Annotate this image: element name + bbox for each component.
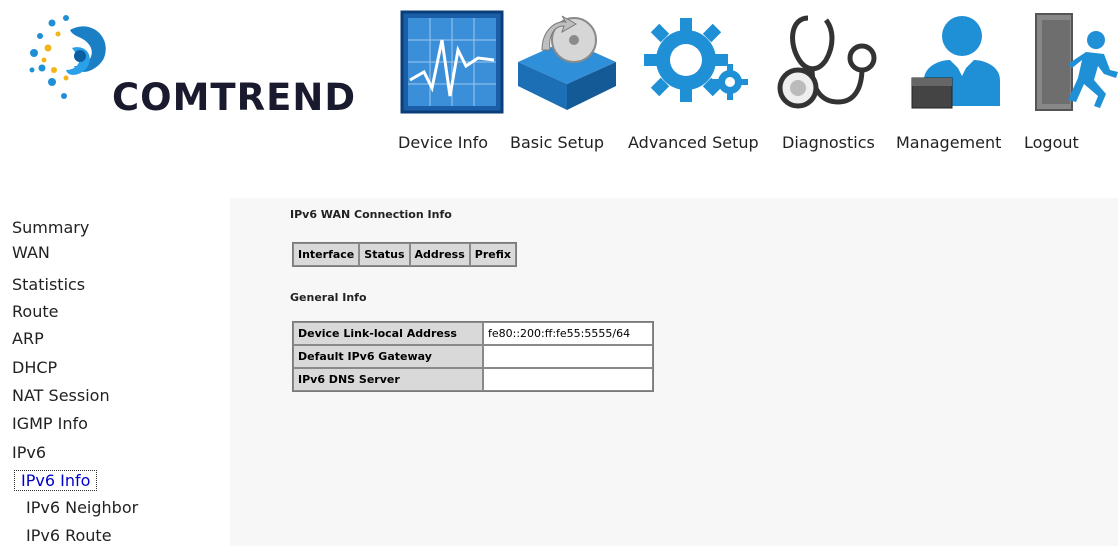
main-content: IPv6 WAN Connection Info Interface Statu… <box>230 198 1118 546</box>
advanced-setup-icon <box>644 18 748 102</box>
column-prefix: Prefix <box>469 243 516 266</box>
row-value-link-local: fe80::200:ff:fe55:5555/64 <box>483 322 653 345</box>
sidebar: Summary WAN Statistics Route ARP DHCP NA… <box>0 198 230 546</box>
table-row: IPv6 DNS Server <box>293 368 653 391</box>
nav-management[interactable] <box>910 10 1006 114</box>
sidebar-item-wan[interactable]: WAN <box>12 243 50 262</box>
device-info-icon <box>400 10 504 114</box>
column-address: Address <box>409 243 470 266</box>
nav-label-logout[interactable]: Logout <box>1024 133 1079 152</box>
sidebar-item-route[interactable]: Route <box>12 302 58 321</box>
nav-advanced-setup[interactable] <box>634 10 750 114</box>
sidebar-item-arp[interactable]: ARP <box>12 329 44 348</box>
nav-label-advanced-setup[interactable]: Advanced Setup <box>628 133 759 152</box>
nav-label-management[interactable]: Management <box>896 133 1001 152</box>
sidebar-item-ipv6-info[interactable]: IPv6 Info <box>14 470 98 491</box>
wan-connection-heading: IPv6 WAN Connection Info <box>290 208 452 221</box>
sidebar-item-ipv6-route[interactable]: IPv6 Route <box>26 526 112 545</box>
sidebar-item-statistics[interactable]: Statistics <box>12 275 85 294</box>
sidebar-item-igmp-info[interactable]: IGMP Info <box>12 414 88 433</box>
nav-logout[interactable] <box>1030 10 1118 114</box>
brand-name: COMTREND <box>112 76 357 119</box>
table-row: Device Link-local Address fe80::200:ff:f… <box>293 322 653 345</box>
row-value-default-gateway <box>483 345 653 368</box>
row-label-dns-server: IPv6 DNS Server <box>293 368 483 391</box>
nav-label-device-info[interactable]: Device Info <box>398 133 488 152</box>
nav-basic-setup[interactable] <box>512 10 622 114</box>
wan-connection-table: Interface Status Address Prefix <box>292 242 517 267</box>
logout-icon <box>1035 13 1118 111</box>
row-label-default-gateway: Default IPv6 Gateway <box>293 345 483 368</box>
general-info-heading: General Info <box>290 291 367 304</box>
sidebar-item-dhcp[interactable]: DHCP <box>12 358 57 377</box>
sidebar-item-ipv6-neighbor[interactable]: IPv6 Neighbor <box>26 498 138 517</box>
diagnostics-icon <box>777 15 877 109</box>
row-label-link-local: Device Link-local Address <box>293 322 483 345</box>
row-value-dns-server <box>483 368 653 391</box>
management-icon <box>911 16 1000 109</box>
nav-label-diagnostics[interactable]: Diagnostics <box>782 133 875 152</box>
table-header-row: Interface Status Address Prefix <box>293 243 516 266</box>
basic-setup-icon <box>518 15 616 110</box>
sidebar-item-summary[interactable]: Summary <box>12 218 89 237</box>
column-status: Status <box>359 243 410 266</box>
nav-label-basic-setup[interactable]: Basic Setup <box>510 133 604 152</box>
general-info-table: Device Link-local Address fe80::200:ff:f… <box>292 321 654 392</box>
table-row: Default IPv6 Gateway <box>293 345 653 368</box>
sidebar-item-nat-session[interactable]: NAT Session <box>12 386 110 405</box>
column-interface: Interface <box>293 243 360 266</box>
sidebar-item-ipv6[interactable]: IPv6 <box>12 443 46 462</box>
nav-diagnostics[interactable] <box>772 10 882 114</box>
nav-device-info[interactable] <box>400 10 504 114</box>
